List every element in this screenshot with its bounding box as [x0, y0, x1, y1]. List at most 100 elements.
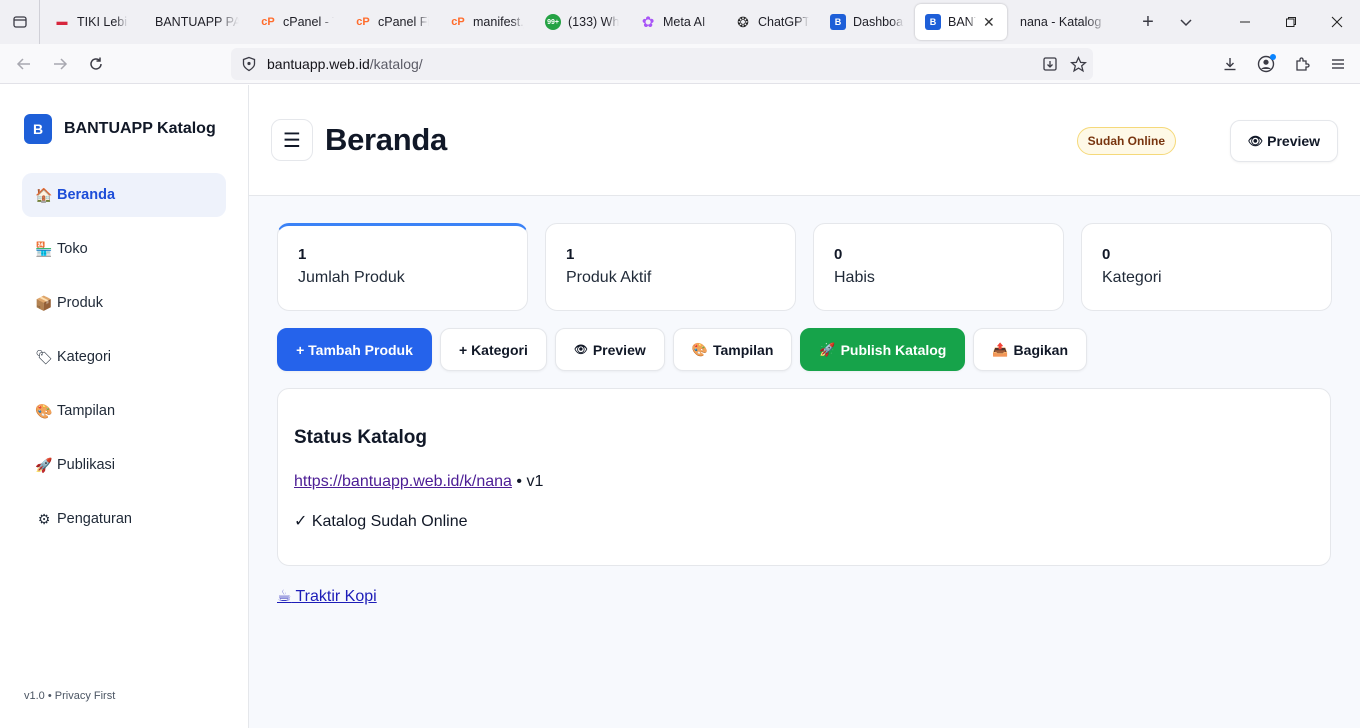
appearance-button[interactable]: 🎨 Tampilan — [672, 328, 793, 371]
cpanel-favicon-icon: cP — [261, 16, 275, 28]
menu-toggle-button[interactable]: ☰ — [271, 119, 313, 161]
plus-icon: + — [1142, 10, 1154, 33]
publish-label: Publish Katalog — [840, 341, 947, 358]
stat-label: Jumlah Produk — [298, 269, 405, 286]
save-to-pocket-icon[interactable] — [1041, 55, 1059, 73]
restore-icon — [1286, 17, 1296, 27]
package-icon: 📦 — [35, 294, 53, 311]
traktir-kopi-link[interactable]: ☕ Traktir Kopi — [277, 586, 377, 606]
sidebar-item-beranda[interactable]: 🏠 Beranda — [22, 173, 226, 217]
stat-value: 0 — [834, 246, 843, 263]
catalog-online-text: ✓ Katalog Sudah Online — [294, 513, 468, 530]
browser-tab[interactable]: nana - Katalog — [1008, 4, 1118, 40]
arrow-left-icon — [16, 57, 30, 70]
browser-tab[interactable]: ✿ Meta AI — [630, 4, 724, 40]
browser-tab[interactable]: cPcPanel - To — [250, 4, 344, 40]
toolbar-right — [1214, 48, 1354, 80]
tiki-favicon-icon: ▬ — [56, 16, 68, 28]
tab-overflow-button[interactable] — [1167, 4, 1205, 40]
browser-tab[interactable]: cPcPanel File — [345, 4, 439, 40]
rocket-icon: 🚀 — [819, 341, 836, 357]
gear-icon: ⚙ — [37, 510, 51, 527]
new-tab-button[interactable]: + — [1129, 4, 1167, 40]
preview-button[interactable]: 👁 Preview — [554, 328, 665, 371]
stat-value: 1 — [566, 246, 575, 263]
extensions-icon[interactable] — [1286, 48, 1318, 80]
traktir-kopi-label: Traktir Kopi — [295, 588, 377, 605]
tab-list-button[interactable] — [0, 0, 40, 44]
forward-button[interactable] — [42, 48, 78, 80]
sidebar-item-label: Pengaturan — [57, 511, 132, 527]
eye-icon: 👁 — [573, 344, 588, 356]
tag-icon: 🏷 — [35, 348, 53, 365]
cpanel-favicon-icon: cP — [451, 16, 465, 28]
dashboard-favicon-icon: B — [830, 14, 846, 30]
browser-tab[interactable]: cPmanifest.js — [440, 4, 534, 40]
chevron-down-icon — [1180, 19, 1192, 27]
preview-label: Preview — [592, 341, 646, 358]
meta-ai-favicon-icon: ✿ — [641, 14, 655, 31]
stat-label: Produk Aktif — [566, 269, 652, 286]
bookmark-star-icon[interactable] — [1069, 55, 1087, 73]
url-path: /katalog/ — [369, 56, 423, 72]
downloads-icon[interactable] — [1214, 48, 1246, 80]
share-tray-icon: 📤 — [992, 341, 1009, 357]
publish-catalog-button[interactable]: 🚀 Publish Katalog — [800, 328, 966, 371]
sidebar-item-pengaturan[interactable]: ⚙ Pengaturan — [22, 497, 226, 541]
stat-label: Habis — [834, 269, 875, 286]
close-icon — [1331, 16, 1343, 28]
close-tab-icon[interactable]: ✕ — [983, 14, 997, 31]
add-category-button[interactable]: + Kategori — [440, 328, 547, 371]
app-menu-icon[interactable] — [1322, 48, 1354, 80]
minimize-button[interactable] — [1222, 0, 1268, 44]
stat-card-habis: 0 Habis — [813, 223, 1064, 311]
browser-tab[interactable]: BDashboard — [820, 4, 914, 40]
sidebar-item-produk[interactable]: 📦 Produk — [22, 281, 226, 325]
catalog-url-line: https://bantuapp.web.id/k/nana • v1 — [294, 473, 1314, 491]
status-card-title: Status Katalog — [294, 427, 428, 448]
back-button[interactable] — [6, 48, 42, 80]
cpanel-favicon-icon: cP — [356, 16, 370, 28]
catalog-url-link[interactable]: https://bantuapp.web.id/k/nana — [294, 473, 512, 490]
browser-tab[interactable]: ▬TIKI Lebih — [44, 4, 138, 40]
stat-card-produk-aktif: 1 Produk Aktif — [545, 223, 796, 311]
main-content: ☰ Beranda Sudah Online 👁 Preview 1 Jumla… — [249, 85, 1360, 728]
sidebar: B BANTUAPP Katalog 🏠 Beranda 🏪 Toko 📦 Pr… — [0, 85, 249, 728]
brand[interactable]: B BANTUAPP Katalog — [22, 85, 226, 173]
sidebar-item-toko[interactable]: 🏪 Toko — [22, 227, 226, 271]
url-host: bantuapp.web.id — [267, 56, 370, 72]
rocket-icon: 🚀 — [35, 456, 53, 473]
browser-nav-bar: bantuapp.web.id/katalog/ — [0, 44, 1360, 84]
add-product-button[interactable]: + Tambah Produk — [277, 328, 432, 371]
palette-icon: 🎨 — [35, 402, 53, 419]
address-bar[interactable]: bantuapp.web.id/katalog/ — [231, 48, 1093, 80]
browser-tab[interactable]: 99+(133) Wha — [535, 4, 629, 40]
eye-icon: 👁 — [1247, 134, 1264, 148]
share-button[interactable]: 📤 Bagikan — [973, 328, 1088, 371]
browser-tab[interactable]: ❂ ChatGPT — [725, 4, 819, 40]
restore-button[interactable] — [1268, 0, 1314, 44]
close-window-button[interactable] — [1314, 0, 1360, 44]
account-icon[interactable] — [1250, 48, 1282, 80]
palette-icon: 🎨 — [691, 341, 708, 357]
reload-icon — [90, 57, 102, 70]
stats-row: 1 Jumlah Produk 1 Produk Aktif 0 Habis 0… — [277, 223, 1332, 311]
browser-tab[interactable]: BANTUAPP PA — [139, 4, 249, 40]
sidebar-item-kategori[interactable]: 🏷 Kategori — [22, 335, 226, 379]
stat-value: 0 — [1102, 246, 1111, 263]
sidebar-item-label: Kategori — [57, 349, 112, 365]
reload-button[interactable] — [78, 48, 114, 80]
browser-tab-active[interactable]: BBANTU✕ — [915, 4, 1007, 40]
sidebar-item-publikasi[interactable]: 🚀 Publikasi — [22, 443, 226, 487]
header-preview-button[interactable]: 👁 Preview — [1230, 120, 1338, 162]
minimize-icon — [1240, 21, 1250, 23]
sidebar-item-tampilan[interactable]: 🎨 Tampilan — [22, 389, 226, 433]
stat-card-jumlah-produk: 1 Jumlah Produk — [277, 223, 528, 311]
stat-card-kategori: 0 Kategori — [1081, 223, 1332, 311]
tab-strip: ▬TIKI Lebih BANTUAPP PA cPcPanel - To cP… — [40, 0, 1119, 44]
home-icon: 🏠 — [35, 186, 53, 203]
tab-list-icon — [12, 16, 27, 28]
coffee-icon: ☕ — [277, 588, 292, 605]
shield-icon[interactable] — [241, 55, 259, 73]
sidebar-item-label: Beranda — [57, 187, 116, 203]
